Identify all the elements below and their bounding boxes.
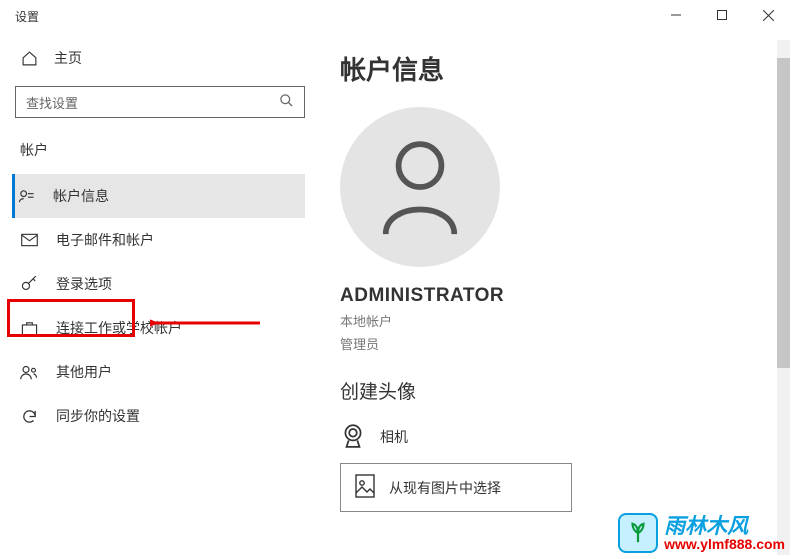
camera-label: 相机 bbox=[380, 427, 408, 447]
sidebar: 主页 查找设置 帐户 帐户信息 电子邮件和帐户 登录选项 连接工作或学校帐户 bbox=[0, 40, 320, 438]
close-button[interactable] bbox=[745, 0, 791, 30]
page-title: 帐户信息 bbox=[340, 50, 781, 87]
people-icon bbox=[20, 364, 38, 381]
sidebar-item-label: 帐户信息 bbox=[53, 186, 109, 206]
account-role: 管理员 bbox=[340, 334, 781, 353]
sidebar-section-title: 帐户 bbox=[15, 136, 305, 174]
watermark-text: 雨林木风 www.ylmf888.com bbox=[664, 516, 785, 551]
picture-icon bbox=[355, 474, 375, 501]
maximize-button[interactable] bbox=[699, 0, 745, 30]
camera-icon bbox=[340, 422, 366, 451]
minimize-button[interactable] bbox=[653, 0, 699, 30]
search-input[interactable]: 查找设置 bbox=[15, 86, 305, 118]
search-icon bbox=[279, 93, 294, 111]
create-avatar-heading: 创建头像 bbox=[340, 377, 781, 404]
main-content: 帐户信息 ADMINISTRATOR 本地帐户 管理员 创建头像 相机 从现有图… bbox=[340, 50, 781, 512]
sidebar-item-email-accounts[interactable]: 电子邮件和帐户 bbox=[15, 218, 305, 262]
watermark-brand: 雨林木风 bbox=[664, 516, 785, 537]
sidebar-item-sync-settings[interactable]: 同步你的设置 bbox=[15, 394, 305, 438]
search-placeholder: 查找设置 bbox=[26, 93, 78, 112]
browse-button[interactable]: 从现有图片中选择 bbox=[340, 463, 572, 512]
sidebar-item-label: 电子邮件和帐户 bbox=[56, 230, 154, 250]
scrollbar-thumb[interactable] bbox=[777, 58, 790, 368]
home-icon bbox=[20, 50, 38, 67]
sidebar-item-label: 登录选项 bbox=[56, 274, 112, 294]
sidebar-item-account-info[interactable]: 帐户信息 bbox=[12, 174, 305, 218]
watermark-url: www.ylmf888.com bbox=[664, 537, 785, 551]
key-icon bbox=[20, 276, 38, 293]
sync-icon bbox=[20, 408, 38, 425]
camera-option[interactable]: 相机 bbox=[340, 416, 781, 457]
sidebar-home[interactable]: 主页 bbox=[15, 40, 305, 76]
sidebar-item-label: 其他用户 bbox=[56, 362, 112, 382]
sidebar-item-other-users[interactable]: 其他用户 bbox=[15, 350, 305, 394]
sidebar-item-label: 同步你的设置 bbox=[56, 406, 140, 426]
mail-icon bbox=[20, 233, 38, 247]
watermark: 雨林木风 www.ylmf888.com bbox=[618, 513, 785, 553]
account-username: ADMINISTRATOR bbox=[340, 285, 781, 307]
watermark-logo bbox=[618, 513, 658, 553]
avatar-placeholder bbox=[340, 107, 500, 267]
person-card-icon bbox=[17, 188, 35, 205]
window-controls bbox=[653, 0, 791, 30]
annotation-highlight-box bbox=[7, 299, 135, 337]
account-type: 本地帐户 bbox=[340, 311, 781, 330]
window-title: 设置 bbox=[15, 8, 39, 25]
home-label: 主页 bbox=[54, 48, 82, 68]
annotation-arrow bbox=[150, 313, 270, 333]
browse-label: 从现有图片中选择 bbox=[389, 478, 501, 498]
